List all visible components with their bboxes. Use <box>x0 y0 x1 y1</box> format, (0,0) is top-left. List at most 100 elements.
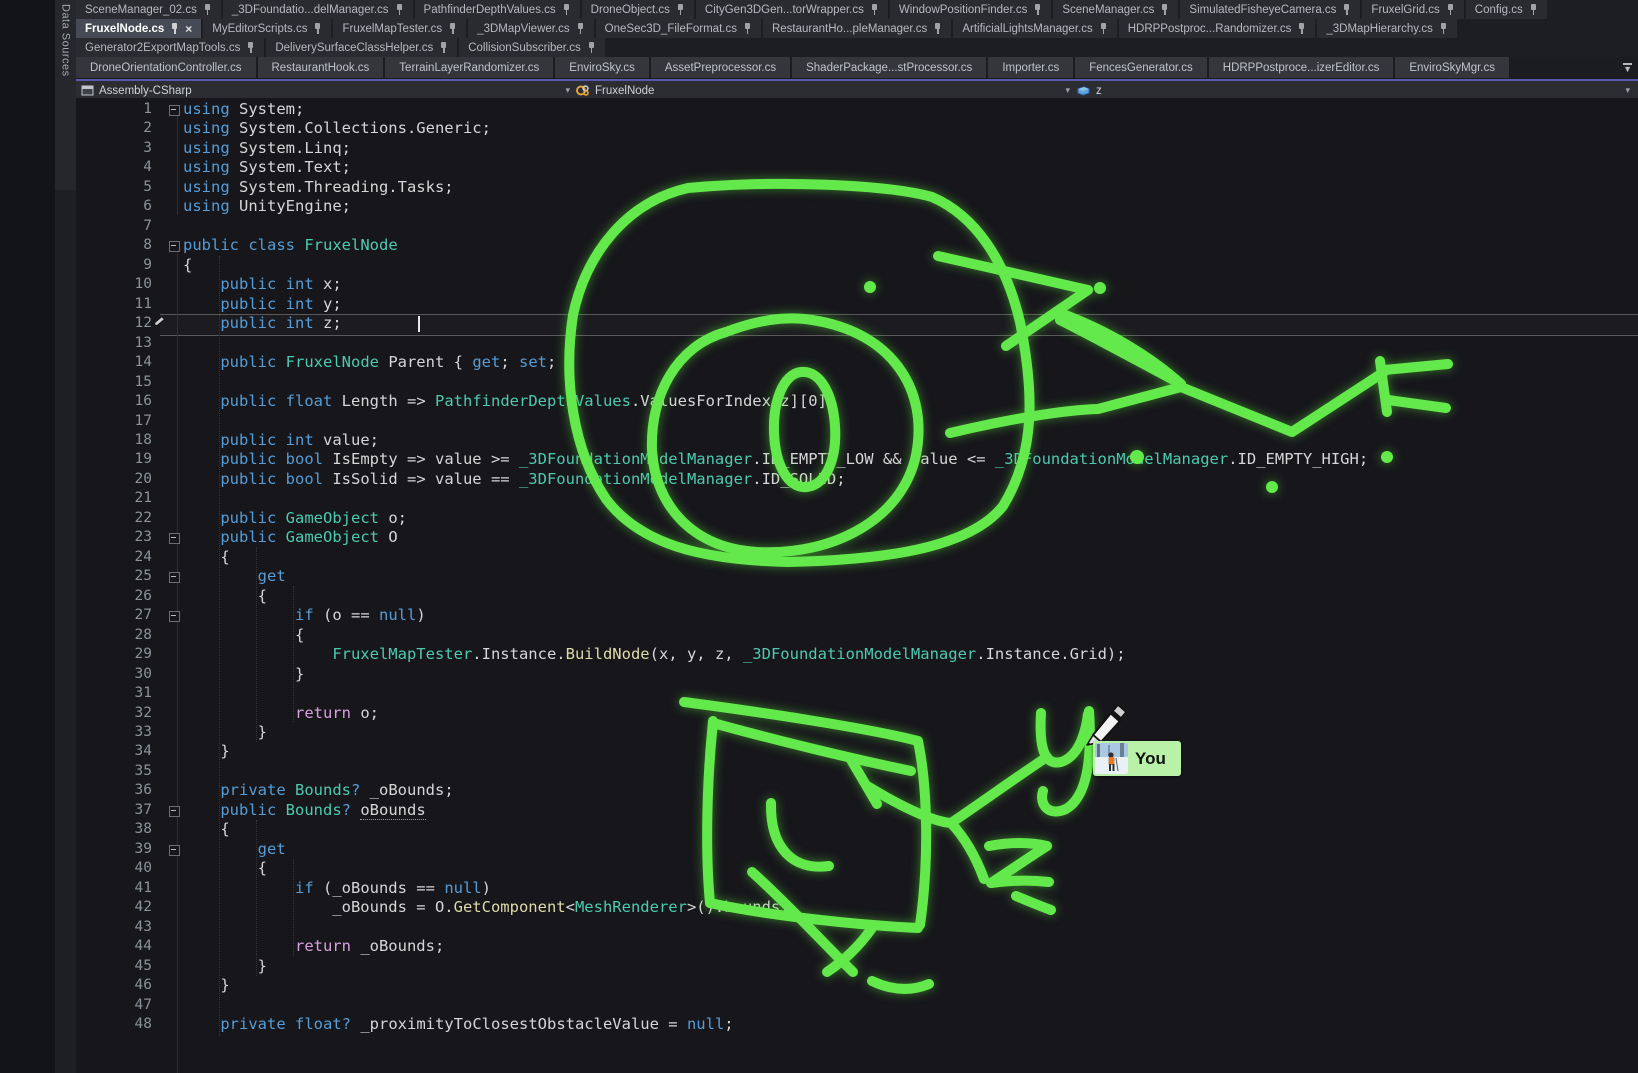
pin-icon[interactable] <box>246 42 255 53</box>
pin-icon[interactable] <box>170 23 179 34</box>
code-text: _oBounds = O.GetComponent<MeshRenderer>(… <box>183 898 790 917</box>
document-tab[interactable]: PathfinderDepthValues.cs <box>415 0 580 19</box>
document-tab[interactable]: Config.cs <box>1466 0 1547 19</box>
pin-icon[interactable] <box>562 4 571 15</box>
fold-column[interactable] <box>166 567 183 586</box>
pin-icon[interactable] <box>1446 4 1455 15</box>
line-number: 6 <box>76 197 152 216</box>
tab-overflow-button[interactable]: ▼ <box>1623 63 1632 73</box>
document-tab[interactable]: MyEditorScripts.cs <box>203 19 331 38</box>
document-tab[interactable]: DroneObject.cs <box>582 0 694 19</box>
editor-navigation-bar: Assembly-CSharp ▾ FruxelNode ▾ z ▾ <box>76 79 1638 100</box>
line-number: 7 <box>76 217 152 236</box>
code-text: public float Length => PathfinderDepthVa… <box>183 392 836 411</box>
document-tab[interactable]: RestaurantHook.cs <box>258 57 384 78</box>
pin-icon[interactable] <box>870 4 879 15</box>
document-tab[interactable]: SceneManager.cs <box>1053 0 1178 19</box>
document-tab[interactable]: DeliverySurfaceClassHelper.cs <box>266 38 457 57</box>
line-number: 4 <box>76 158 152 177</box>
document-tab[interactable]: ShaderPackage...stProcessor.cs <box>792 57 986 78</box>
document-tab[interactable]: CollisionSubscriber.cs <box>459 38 605 57</box>
document-tab[interactable]: FruxelMapTester.cs <box>333 19 466 38</box>
code-text: public bool IsEmpty => value >= _3DFound… <box>183 450 1368 469</box>
document-tab[interactable]: FruxelGrid.cs <box>1362 0 1463 19</box>
pin-icon[interactable] <box>1160 4 1169 15</box>
line-number: 41 <box>76 879 152 898</box>
code-line: 6using UnityEngine; <box>76 197 1638 216</box>
pin-icon[interactable] <box>743 23 752 34</box>
pin-icon[interactable] <box>1033 4 1042 15</box>
tab-label: Importer.cs <box>1002 62 1059 74</box>
collapse-icon[interactable] <box>169 572 180 583</box>
document-tab[interactable]: _3DFoundatio...delManager.cs <box>223 0 413 19</box>
pin-icon[interactable] <box>933 23 942 34</box>
code-text: public int x; <box>183 275 342 294</box>
pin-icon[interactable] <box>1529 4 1538 15</box>
pin-icon[interactable] <box>1099 23 1108 34</box>
fold-column[interactable] <box>166 801 183 820</box>
fold-column[interactable] <box>166 528 183 547</box>
collapse-icon[interactable] <box>169 533 180 544</box>
pin-icon[interactable] <box>676 4 685 15</box>
document-tab[interactable]: ArtificialLightsManager.cs <box>953 19 1116 38</box>
document-tab[interactable]: Generator2ExportMapTools.cs <box>76 38 264 57</box>
document-tab[interactable]: HDRPPostproc...Randomizer.cs <box>1119 19 1316 38</box>
collapse-icon[interactable] <box>169 611 180 622</box>
document-tab[interactable]: _3DMapHierarchy.cs <box>1317 19 1457 38</box>
document-tab[interactable]: EnviroSky.cs <box>555 57 649 78</box>
close-icon[interactable]: × <box>185 23 192 35</box>
document-tab[interactable]: DroneOrientationController.cs <box>76 57 256 78</box>
fold-column <box>166 957 183 976</box>
collapse-icon[interactable] <box>169 241 180 252</box>
document-tab[interactable]: OneSec3D_FileFormat.cs <box>596 19 761 38</box>
tab-label: RestaurantHo...pleManager.cs <box>772 23 927 35</box>
pin-icon[interactable] <box>576 23 585 34</box>
document-tab[interactable]: SceneManager_02.cs <box>76 0 221 19</box>
document-tab[interactable]: HDRPPostproce...izerEditor.cs <box>1209 57 1394 78</box>
pin-icon[interactable] <box>448 23 457 34</box>
code-line: 12 public int z; <box>76 314 1638 333</box>
line-number: 34 <box>76 742 152 761</box>
fold-column[interactable] <box>166 236 183 255</box>
document-tab[interactable]: SimulatedFisheyeCamera.cs <box>1180 0 1360 19</box>
pin-icon[interactable] <box>1342 4 1351 15</box>
pin-icon[interactable] <box>1439 23 1448 34</box>
code-text: using System.Collections.Generic; <box>183 119 491 138</box>
line-number: 39 <box>76 840 152 859</box>
fold-column[interactable] <box>166 100 183 119</box>
pin-icon[interactable] <box>395 4 404 15</box>
code-line: 8public class FruxelNode <box>76 236 1638 255</box>
document-tab[interactable]: AssetPreprocessor.cs <box>651 57 790 78</box>
tab-label: DroneOrientationController.cs <box>90 62 242 74</box>
fold-column <box>166 626 183 645</box>
line-number: 28 <box>76 626 152 645</box>
collapse-icon[interactable] <box>169 105 180 116</box>
pin-icon[interactable] <box>439 42 448 53</box>
tab-label: DeliverySurfaceClassHelper.cs <box>275 42 433 54</box>
collapse-icon[interactable] <box>169 806 180 817</box>
document-tab[interactable]: CityGen3DGen...torWrapper.cs <box>696 0 888 19</box>
fold-column[interactable] <box>166 606 183 625</box>
document-tab-active[interactable]: FruxelNode.cs× <box>76 19 201 38</box>
pin-icon[interactable] <box>313 23 322 34</box>
document-tab[interactable]: Importer.cs <box>988 57 1073 78</box>
gutter-marker <box>152 489 166 508</box>
chevron-down-icon: ▾ <box>1625 85 1630 96</box>
fold-column[interactable] <box>166 840 183 859</box>
line-number: 21 <box>76 489 152 508</box>
pin-icon[interactable] <box>203 4 212 15</box>
code-line: 42 _oBounds = O.GetComponent<MeshRendere… <box>76 898 1638 917</box>
document-tab[interactable]: TerrainLayerRandomizer.cs <box>385 57 553 78</box>
document-tab[interactable]: EnviroSkyMgr.cs <box>1395 57 1509 78</box>
pin-icon[interactable] <box>587 42 596 53</box>
fold-column <box>166 158 183 177</box>
code-editor[interactable]: 1using System;2using System.Collections.… <box>76 98 1638 1073</box>
document-tab[interactable]: RestaurantHo...pleManager.cs <box>763 19 951 38</box>
document-tab[interactable]: FencesGenerator.cs <box>1075 57 1207 78</box>
tab-row: FruxelNode.cs×MyEditorScripts.csFruxelMa… <box>76 19 1638 38</box>
collapse-icon[interactable] <box>169 845 180 856</box>
document-tab[interactable]: WindowPositionFinder.cs <box>890 0 1051 19</box>
sidebar-tab-data-sources[interactable]: Data Sources <box>55 0 76 190</box>
document-tab[interactable]: _3DMapViewer.cs <box>468 19 593 38</box>
pin-icon[interactable] <box>1297 23 1306 34</box>
